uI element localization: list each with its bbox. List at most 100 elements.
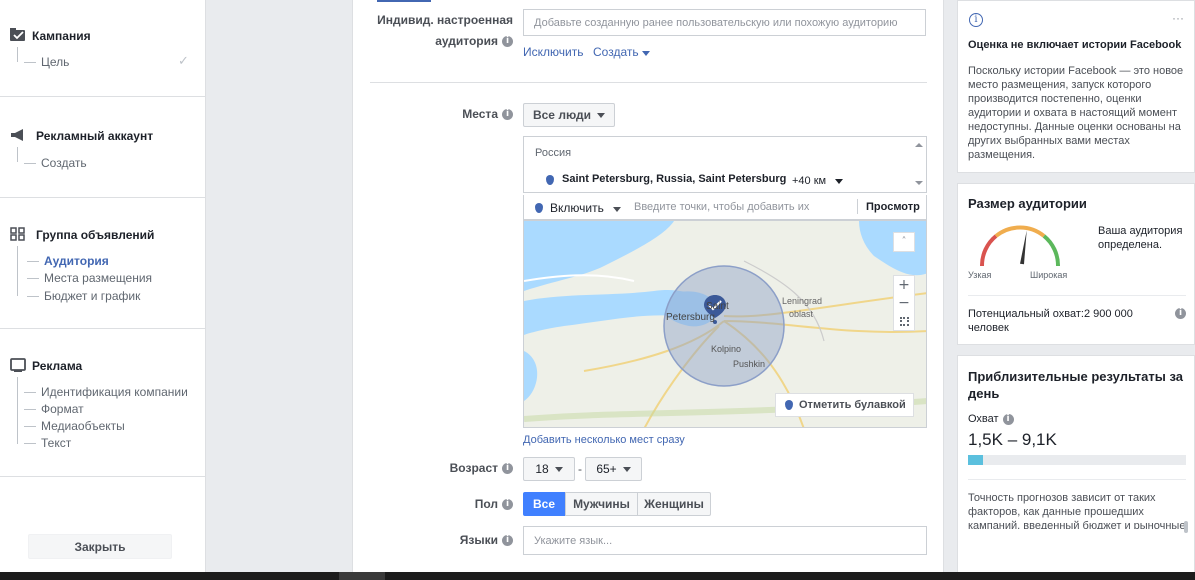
taskbar <box>0 572 1195 580</box>
languages-input[interactable]: Укажите язык... <box>523 526 927 555</box>
points-input[interactable]: Введите точки, чтобы добавить их <box>634 201 809 213</box>
gender-label: Пол i <box>475 497 513 511</box>
radius-dropdown[interactable]: +40 км <box>792 175 844 187</box>
info-icon[interactable]: i <box>502 36 513 48</box>
gender-female-button[interactable]: Женщины <box>637 492 711 516</box>
audience-size-card: Размер аудитории Узкая Широкая Ваша ауди… <box>957 183 1195 345</box>
audience-status-line: Ваша аудитория <box>1098 225 1183 237</box>
map-label-pushkin: Pushkin <box>733 359 766 369</box>
exclude-link[interactable]: Исключить <box>523 45 583 59</box>
info-icon[interactable]: i <box>502 109 513 121</box>
map-label-kolpino: Kolpino <box>711 344 742 354</box>
info-icon[interactable]: i <box>502 535 513 547</box>
people-dropdown[interactable]: Все люди <box>523 103 615 127</box>
folder-check-icon <box>10 28 25 41</box>
browse-link[interactable]: Просмотр <box>866 201 920 213</box>
places-label-text: Места <box>462 107 498 121</box>
age-min-value: 18 <box>535 462 549 476</box>
potential-reach: Потенциальный охват:2 900 000 человек <box>968 307 1133 335</box>
chevron-down-icon <box>622 466 631 472</box>
nav-title-adset[interactable]: Группа объявлений <box>36 228 154 242</box>
nav-item-text[interactable]: Текст <box>23 436 71 450</box>
chevron-down-icon <box>597 112 606 118</box>
gender-all-button[interactable]: Все <box>523 492 565 516</box>
radius-value: +40 км <box>792 175 827 187</box>
info-icon[interactable]: i <box>1002 413 1014 425</box>
gender-male-button[interactable]: Мужчины <box>565 492 638 516</box>
location-name[interactable]: Saint Petersburg, Russia, Saint Petersbu… <box>562 173 786 185</box>
gauge-narrow-label: Узкая <box>968 270 992 280</box>
drop-pin-button[interactable]: Отметить булавкой <box>775 393 914 417</box>
info-icon[interactable]: i <box>1175 308 1186 319</box>
locations-list[interactable]: Россия Saint Petersburg, Russia, Saint P… <box>523 136 927 193</box>
nav-item-create[interactable]: Создать <box>24 156 87 170</box>
languages-label-text: Языки <box>459 533 498 547</box>
notice-line: аудитории и охвата в настоящий момент <box>968 107 1178 119</box>
scrollbar[interactable] <box>912 137 926 192</box>
age-min-dropdown[interactable]: 18 <box>523 457 575 481</box>
collapse-map-button[interactable]: ˄ <box>893 232 915 252</box>
add-multiple-link[interactable]: Добавить несколько мест сразу <box>523 434 685 446</box>
reach-value: 1,5K – 9,1K <box>968 430 1057 449</box>
check-icon: ✓ <box>178 54 189 69</box>
custom-audience-label-2: аудитория <box>435 34 498 48</box>
scrollbar-thumb[interactable] <box>1184 521 1188 533</box>
chevron-down-icon <box>554 466 563 472</box>
audience-size-title: Размер аудитории <box>968 196 1087 211</box>
age-max-dropdown[interactable]: 65+ <box>585 457 642 481</box>
fullscreen-icon[interactable] <box>894 312 914 330</box>
nav-title-ad[interactable]: Реклама <box>32 359 82 373</box>
nav-item-goal[interactable]: Цель <box>23 55 69 69</box>
divider <box>968 479 1186 480</box>
audience-status-line: определена. <box>1098 239 1163 251</box>
include-dropdown[interactable]: Включить <box>550 201 621 215</box>
nav-item-identity[interactable]: Идентификация компании <box>24 385 188 399</box>
scroll-down-icon[interactable] <box>915 181 923 185</box>
zoom-out-icon[interactable]: − <box>894 294 914 312</box>
nav-item-media[interactable]: Медиаобъекты <box>24 419 125 433</box>
chevron-down-icon <box>835 179 844 184</box>
info-icon[interactable]: i <box>502 499 513 511</box>
create-link: Создать <box>593 45 639 59</box>
location-map[interactable]: Saint Petersburg Leningrad oblast Kolpin… <box>523 220 927 428</box>
stories-notice-card: i ··· Оценка не включает истории Faceboo… <box>957 0 1195 173</box>
reach-label-text: Охват <box>968 413 999 425</box>
results-note-line: факторов, как данные прошедших <box>968 506 1144 518</box>
places-label: Места i <box>462 107 513 121</box>
custom-audience-label: аудитория i <box>435 34 513 48</box>
country-label: Россия <box>535 147 572 159</box>
create-dropdown[interactable]: Создать <box>593 45 650 59</box>
reach-bar-fill <box>968 455 984 465</box>
nav-section-ad: Реклама Идентификация компании Формат Ме… <box>0 329 205 477</box>
nav-item-format[interactable]: Формат <box>24 402 84 416</box>
gauge-wide-label: Широкая <box>1030 270 1068 280</box>
results-note: Точность прогнозов зависит от таких факт… <box>968 491 1185 529</box>
notice-line: место размещения, запуск которого <box>968 79 1152 91</box>
notice-line: других выбранных вами местах <box>968 135 1130 147</box>
notice-line: размещения. <box>968 149 1036 161</box>
info-icon[interactable]: i <box>502 463 513 475</box>
location-pin-icon <box>546 174 554 188</box>
taskbar-item[interactable] <box>339 572 385 580</box>
reach-bar <box>968 455 1186 465</box>
nav-section-campaign: Кампания Цель ✓ <box>0 0 205 97</box>
zoom-in-icon[interactable]: + <box>894 276 914 294</box>
separator <box>857 199 858 214</box>
nav-item-placements[interactable]: Места размещения <box>26 271 152 285</box>
nav-title-campaign[interactable]: Кампания <box>32 29 91 43</box>
map-label-leningrad: Leningrad <box>782 296 823 306</box>
potential-reach-line: Потенциальный охват:2 900 000 <box>968 308 1133 320</box>
custom-audience-input[interactable]: Добавьте созданную ранее пользовательску… <box>523 9 926 36</box>
scroll-up-icon[interactable] <box>915 143 923 147</box>
pin-icon <box>535 202 543 216</box>
more-options-icon[interactable]: ··· <box>1172 11 1184 25</box>
results-note-line: Точность прогнозов зависит от таких <box>968 492 1156 504</box>
map-label-petersburg: Petersburg <box>666 312 715 323</box>
close-button[interactable]: Закрыть <box>28 534 172 559</box>
audience-gauge <box>979 225 1061 267</box>
include-row: Включить Введите точки, чтобы добавить и… <box>523 195 927 220</box>
nav-item-budget[interactable]: Бюджет и график <box>26 289 140 303</box>
nav-title-ad-account[interactable]: Рекламный аккаунт <box>36 129 153 143</box>
divider <box>968 295 1186 296</box>
nav-item-audience[interactable]: Аудитория <box>27 254 109 268</box>
